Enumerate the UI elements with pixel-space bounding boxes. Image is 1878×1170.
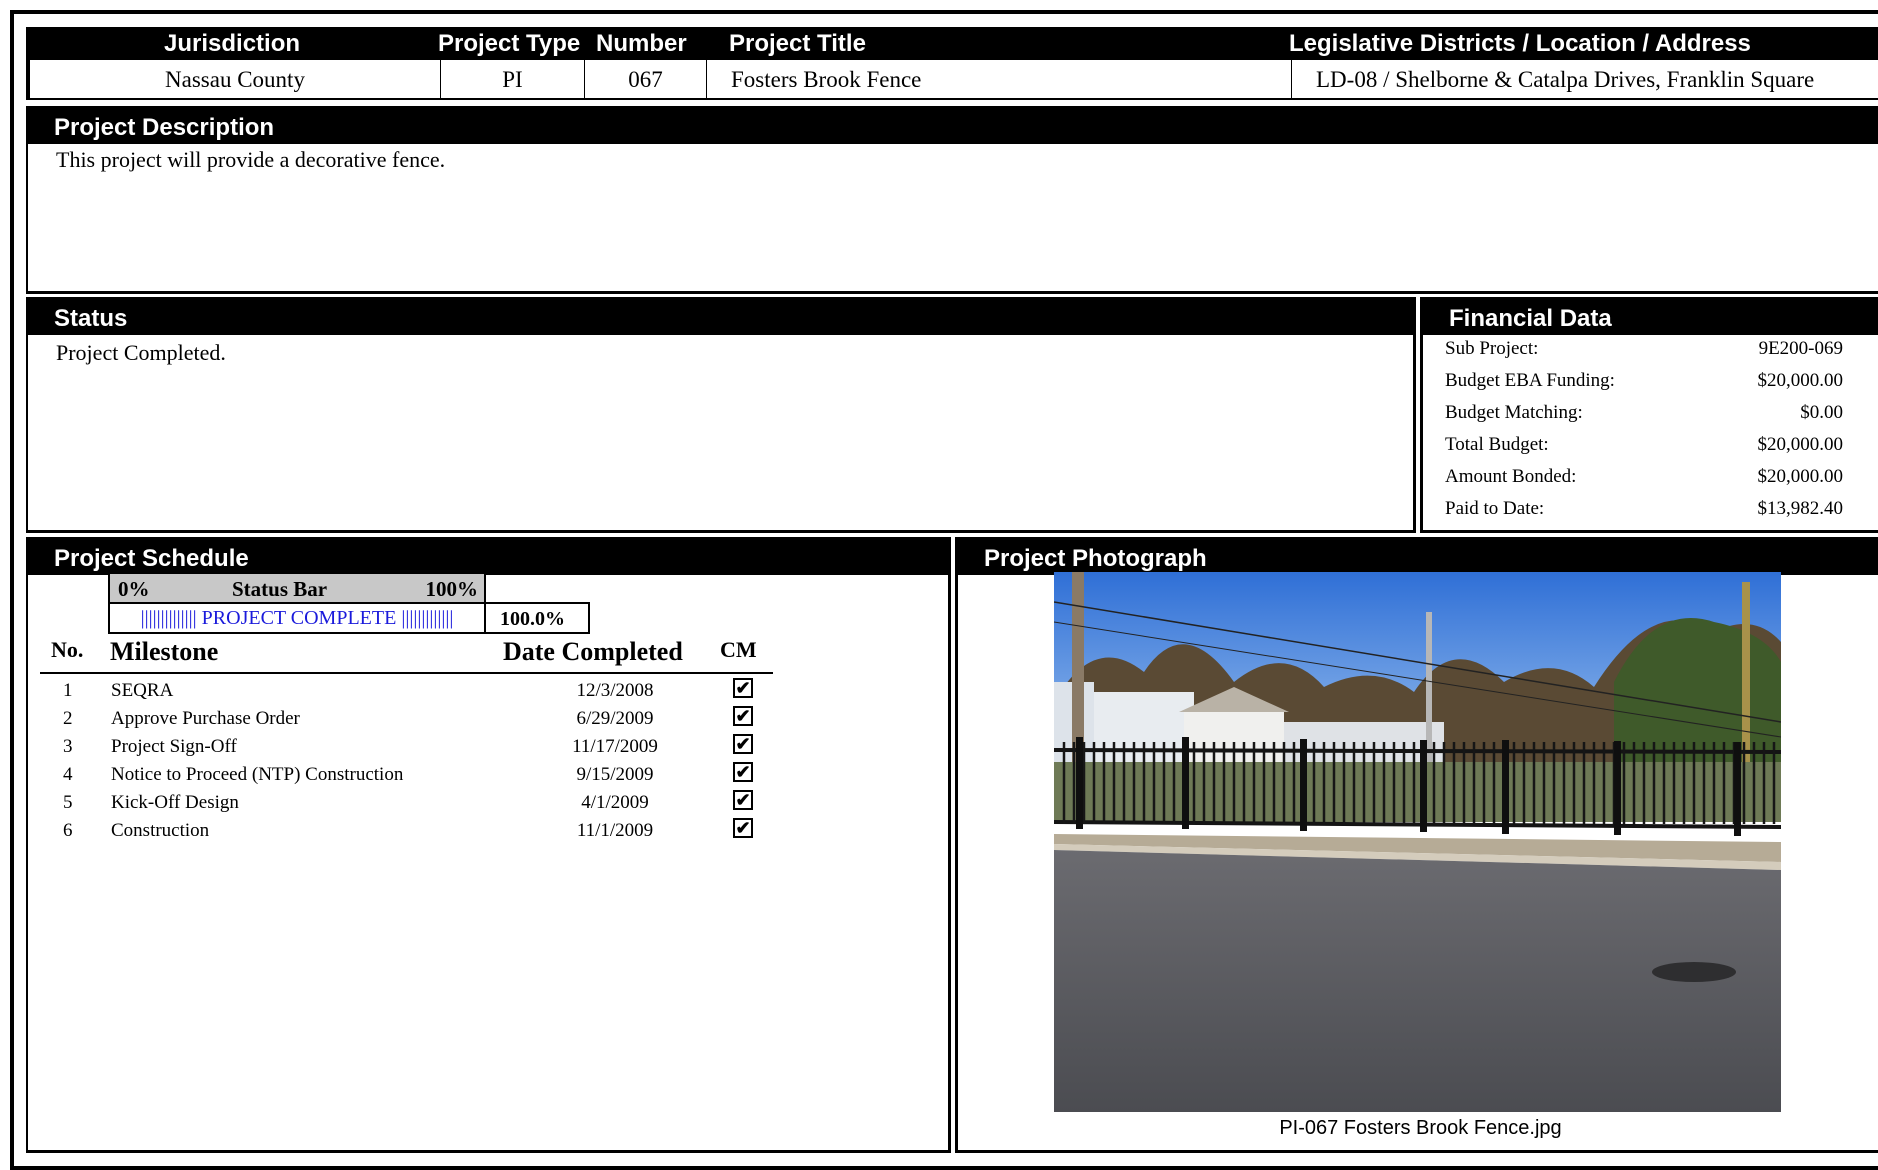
- schedule-header-rule: [40, 672, 773, 674]
- fin-label: Budget EBA Funding:: [1445, 370, 1615, 391]
- milestone-row: 6 Construction 11/1/2009 ✔: [40, 817, 780, 845]
- description-panel: Project Description This project will pr…: [26, 106, 1878, 294]
- milestone-name: Approve Purchase Order: [111, 708, 300, 729]
- fin-label: Amount Bonded:: [1445, 466, 1577, 487]
- col-number: Number: [596, 30, 687, 57]
- financial-panel: Financial Data Sub Project: 9E200-069 Bu…: [1420, 297, 1878, 533]
- progress-bar: |||||||||||||| PROJECT COMPLETE ||||||||…: [108, 602, 486, 634]
- col-date-completed: Date Completed: [503, 637, 683, 666]
- milestone-name: Kick-Off Design: [111, 792, 239, 813]
- milestone-date: 9/15/2009: [576, 764, 654, 785]
- col-cm: CM: [720, 637, 757, 662]
- col-location: Legislative Districts / Location / Addre…: [1289, 30, 1751, 57]
- col-project-title: Project Title: [729, 30, 866, 57]
- status-bar-label: Status Bar: [232, 577, 328, 601]
- fin-row-sub-project: Sub Project: 9E200-069: [1445, 334, 1843, 364]
- milestone-name: SEQRA: [111, 680, 174, 701]
- milestone-cm-checkbox[interactable]: ✔: [733, 762, 753, 782]
- fin-value: 9E200-069: [1758, 338, 1843, 359]
- milestone-date: 6/29/2009: [576, 708, 654, 729]
- fin-row-eba-funding: Budget EBA Funding: $20,000.00: [1445, 366, 1843, 396]
- milestone-row: 2 Approve Purchase Order 6/29/2009 ✔: [40, 705, 780, 733]
- progress-percent: 100.0%: [484, 602, 590, 634]
- fin-row-total-budget: Total Budget: $20,000.00: [1445, 430, 1843, 460]
- milestone-date: 12/3/2008: [576, 680, 654, 701]
- fence-photo-illustration: [1054, 572, 1781, 1112]
- milestone-no: 5: [63, 792, 73, 813]
- milestone-cm-checkbox[interactable]: ✔: [733, 818, 753, 838]
- photo-title: Project Photograph: [958, 540, 1878, 575]
- status-bar-max: 100%: [425, 577, 479, 601]
- fin-row-paid-to-date: Paid to Date: $13,982.40: [1445, 494, 1843, 524]
- fin-value: $0.00: [1800, 402, 1843, 423]
- milestone-cm-checkbox[interactable]: ✔: [733, 790, 753, 810]
- fin-value: $20,000.00: [1757, 370, 1844, 391]
- fin-value: $20,000.00: [1757, 466, 1844, 487]
- fin-label: Budget Matching:: [1445, 402, 1583, 423]
- project-photo: [1054, 572, 1781, 1112]
- milestone-row: 4 Notice to Proceed (NTP) Construction 9…: [40, 761, 780, 789]
- milestone-cm-checkbox[interactable]: ✔: [733, 706, 753, 726]
- milestone-no: 2: [63, 708, 73, 729]
- fin-label: Total Budget:: [1445, 434, 1549, 455]
- milestone-name: Project Sign-Off: [111, 736, 237, 757]
- status-text: Project Completed.: [56, 340, 226, 365]
- col-project-type: Project Type: [438, 30, 581, 57]
- milestone-cm-checkbox[interactable]: ✔: [733, 678, 753, 698]
- milestone-row: 5 Kick-Off Design 4/1/2009 ✔: [40, 789, 780, 817]
- col-jurisdiction: Jurisdiction: [164, 30, 301, 57]
- milestone-no: 3: [63, 736, 73, 757]
- photo-caption: PI-067 Fosters Brook Fence.jpg: [1279, 1117, 1562, 1139]
- milestone-no: 1: [63, 680, 73, 701]
- schedule-title: Project Schedule: [28, 540, 948, 575]
- project-title-value: Fosters Brook Fence: [707, 60, 1292, 98]
- fin-row-amount-bonded: Amount Bonded: $20,000.00: [1445, 462, 1843, 492]
- milestone-row: 3 Project Sign-Off 11/17/2009 ✔: [40, 733, 780, 761]
- milestone-date: 11/17/2009: [572, 736, 658, 757]
- fin-value: $13,982.40: [1757, 498, 1844, 519]
- col-milestone: Milestone: [110, 637, 219, 666]
- fin-row-matching: Budget Matching: $0.00: [1445, 398, 1843, 428]
- milestone-date: 11/1/2009: [576, 820, 654, 841]
- milestone-row: 1 SEQRA 12/3/2008 ✔: [40, 677, 780, 705]
- milestone-cm-checkbox[interactable]: ✔: [733, 734, 753, 754]
- description-text: This project will provide a decorative f…: [56, 147, 446, 172]
- milestone-no: 6: [63, 820, 73, 841]
- fin-label: Sub Project:: [1445, 338, 1539, 359]
- col-no: No.: [51, 637, 84, 662]
- milestone-no: 4: [63, 764, 73, 785]
- progress-text: |||||||||||||| PROJECT COMPLETE ||||||||…: [140, 607, 454, 629]
- header-row: Jurisdiction Project Type Number Project…: [26, 27, 1878, 60]
- description-title: Project Description: [28, 109, 1878, 144]
- jurisdiction-value: Nassau County: [28, 60, 441, 98]
- milestone-date: 4/1/2009: [581, 792, 649, 813]
- status-panel: Status Project Completed.: [26, 297, 1416, 533]
- project-type-value: PI: [441, 60, 585, 98]
- financial-title: Financial Data: [1423, 300, 1878, 335]
- fin-label: Paid to Date:: [1445, 498, 1545, 519]
- header-values: Nassau County PI 067 Fosters Brook Fence…: [26, 60, 1878, 100]
- milestone-name: Notice to Proceed (NTP) Construction: [111, 764, 404, 785]
- number-value: 067: [585, 60, 707, 98]
- fin-value: $20,000.00: [1757, 434, 1844, 455]
- status-bar-min: 0%: [118, 577, 150, 601]
- status-title: Status: [28, 300, 1413, 335]
- status-bar-header: 0% Status Bar 100%: [108, 572, 486, 604]
- milestone-name: Construction: [111, 820, 210, 841]
- location-value: LD-08 / Shelborne & Catalpa Drives, Fran…: [1316, 67, 1815, 92]
